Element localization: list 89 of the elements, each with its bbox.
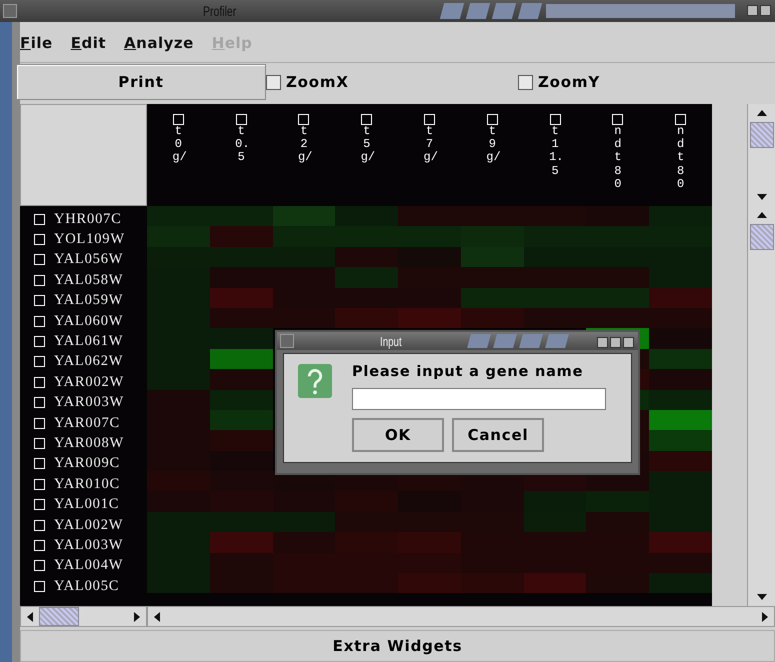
scroll-left-icon[interactable]: [154, 612, 160, 622]
horizontal-scrollbar[interactable]: [20, 606, 147, 627]
gene-checkbox[interactable]: [34, 274, 45, 286]
gene-checkbox[interactable]: [34, 418, 45, 429]
column-checkbox[interactable]: [298, 114, 310, 125]
gene-checkbox[interactable]: [34, 234, 45, 246]
gene-name: YAR008W: [54, 434, 124, 452]
window-controls-icon[interactable]: [597, 337, 634, 348]
gene-checkbox[interactable]: [34, 560, 45, 572]
dialog-title: Input: [380, 334, 402, 348]
column-checkbox[interactable]: [236, 114, 247, 125]
gene-name: YAL059W: [54, 292, 124, 310]
scroll-down-icon[interactable]: [756, 594, 766, 600]
gene-checkbox[interactable]: [34, 438, 45, 449]
horizontal-scrollbar[interactable]: [147, 606, 775, 627]
gene-checkbox[interactable]: [34, 520, 45, 531]
vertical-scrollbar[interactable]: [747, 104, 775, 206]
column-label: t0.5: [235, 125, 248, 165]
gene-checkbox[interactable]: [34, 478, 45, 490]
column-label: ndt80: [613, 125, 622, 191]
cancel-button[interactable]: Cancel: [452, 418, 544, 452]
scroll-down-icon[interactable]: [756, 194, 766, 200]
gene-checkbox[interactable]: [34, 214, 45, 225]
window-title: Profiler: [203, 3, 236, 19]
gene-checkbox[interactable]: [34, 397, 45, 408]
gene-name: YOL109W: [54, 231, 125, 248]
stripes-decoration-icon: [442, 3, 540, 19]
gene-checkbox[interactable]: [34, 580, 45, 592]
print-button[interactable]: Print: [16, 64, 266, 100]
gene-name: YAR007C: [54, 414, 120, 432]
gene-checkbox[interactable]: [34, 499, 45, 510]
gene-name: YAR010C: [54, 476, 120, 493]
gene-name: YAL061W: [54, 333, 124, 350]
scroll-thumb[interactable]: [39, 607, 79, 626]
column-checkbox[interactable]: [612, 114, 624, 125]
gene-name: YAL005C: [54, 578, 120, 595]
column-label: t11.5: [549, 125, 562, 178]
gene-checkbox[interactable]: [34, 336, 45, 348]
column-checkbox[interactable]: [550, 114, 561, 125]
question-icon: [298, 364, 332, 398]
scroll-left-icon[interactable]: [27, 612, 33, 622]
column-checkbox[interactable]: [675, 114, 686, 125]
gene-name: YAL062W: [54, 353, 124, 370]
zoom-x-checkbox[interactable]: ZoomX: [266, 73, 518, 91]
column-checkbox[interactable]: [361, 114, 372, 125]
column-label: t7 g/: [424, 125, 436, 165]
scroll-right-icon[interactable]: [134, 612, 140, 622]
gene-checkbox[interactable]: [34, 376, 45, 388]
column-label: ndt80: [676, 125, 686, 191]
gene-name: YAL004W: [54, 557, 124, 574]
ok-button[interactable]: OK: [352, 418, 444, 452]
gene-checkbox[interactable]: [34, 356, 45, 368]
gene-name: YAL002W: [54, 516, 124, 534]
gene-checkbox[interactable]: [34, 458, 45, 470]
gene-checkbox[interactable]: [34, 316, 45, 327]
gene-name: YAL060W: [54, 312, 124, 330]
extra-widgets-button[interactable]: Extra Widgets: [20, 630, 775, 662]
dialog-message: Please input a gene name: [352, 364, 584, 380]
gene-name: YAR002W: [54, 374, 124, 391]
gene-checkbox[interactable]: [34, 295, 45, 306]
zoom-y-checkbox[interactable]: ZoomY: [518, 73, 770, 91]
column-label: t0 g/: [172, 125, 184, 165]
column-checkbox[interactable]: [172, 114, 184, 125]
column-label: t5 g/: [360, 125, 373, 165]
menu-item[interactable]: Edit: [70, 34, 106, 52]
window-controls-icon[interactable]: [747, 5, 771, 16]
gene-name: YAR003W: [54, 394, 124, 412]
column-checkbox[interactable]: [486, 114, 498, 125]
scroll-thumb[interactable]: [750, 224, 774, 250]
gene-name: YAL003W: [54, 536, 124, 554]
gene-name: YAR009C: [54, 455, 120, 472]
gene-name: YHR007C: [54, 210, 122, 228]
column-checkbox[interactable]: [424, 114, 436, 125]
scroll-right-icon[interactable]: [762, 612, 768, 622]
scroll-thumb[interactable]: [750, 122, 774, 148]
gene-name: YAL056W: [54, 251, 124, 268]
gene-checkbox[interactable]: [34, 540, 45, 551]
gene-name-field[interactable]: [352, 388, 606, 410]
column-label: t9 g/: [486, 125, 498, 165]
gene-checkbox[interactable]: [34, 254, 45, 266]
gene-name: YAL001C: [54, 496, 120, 514]
stripes-decoration-icon: [468, 334, 567, 348]
vertical-scrollbar[interactable]: [747, 206, 775, 606]
menu-item[interactable]: File: [20, 34, 53, 52]
menu-item[interactable]: Analyze: [124, 34, 194, 52]
column-label: t2 g/: [298, 125, 310, 165]
scroll-up-icon[interactable]: [756, 110, 766, 116]
gene-name: YAL058W: [54, 272, 124, 289]
scroll-up-icon[interactable]: [756, 212, 766, 218]
